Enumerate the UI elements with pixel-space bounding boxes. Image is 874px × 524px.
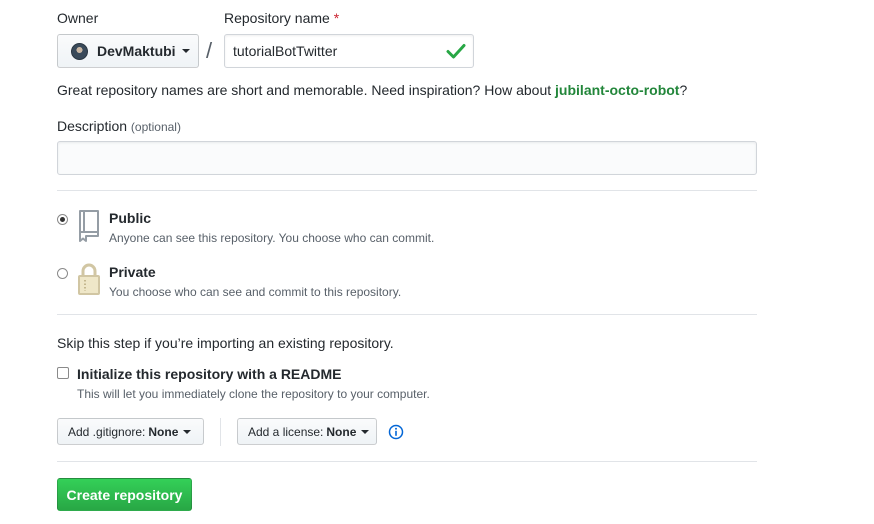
license-label: Add a license: xyxy=(248,424,324,439)
avatar xyxy=(71,42,88,60)
license-value: None xyxy=(326,424,357,439)
chevron-down-icon xyxy=(361,429,370,434)
description-label-text: Description xyxy=(57,118,128,134)
readme-checkbox[interactable] xyxy=(57,367,69,379)
private-subtitle: You choose who can see and commit to thi… xyxy=(109,285,402,299)
lock-icon xyxy=(78,263,100,295)
repository-name-label: Repository name * xyxy=(224,10,339,26)
public-radio[interactable] xyxy=(57,214,68,225)
required-mark: * xyxy=(333,10,340,26)
info-icon[interactable] xyxy=(388,424,404,440)
import-note: Skip this step if you’re importing an ex… xyxy=(57,335,394,351)
private-title: Private xyxy=(109,264,156,280)
private-radio[interactable] xyxy=(57,268,68,279)
repository-name-label-text: Repository name xyxy=(224,10,330,26)
repository-name-hint: Great repository names are short and mem… xyxy=(57,82,687,98)
divider xyxy=(57,190,757,191)
divider xyxy=(220,418,221,446)
public-title: Public xyxy=(109,210,152,226)
owner-label: Owner xyxy=(57,10,99,26)
repository-name-input[interactable] xyxy=(224,34,474,68)
owner-select-button[interactable]: DevMaktubi xyxy=(57,34,199,68)
divider xyxy=(57,314,757,315)
gitignore-value: None xyxy=(148,424,179,439)
description-input[interactable] xyxy=(57,141,757,175)
chevron-down-icon xyxy=(181,49,190,53)
readme-label[interactable]: Initialize this repository with a README xyxy=(77,366,341,382)
owner-username: DevMaktubi xyxy=(97,43,176,59)
chevron-down-icon xyxy=(183,429,192,434)
divider xyxy=(57,461,757,462)
hint-text: Great repository names are short and mem… xyxy=(57,82,552,98)
repo-book-icon xyxy=(79,210,99,242)
readme-subtitle: This will let you immediately clone the … xyxy=(77,387,430,401)
name-suggestion-link[interactable]: jubilant-octo-robot xyxy=(555,82,679,98)
license-select-button[interactable]: Add a license: None xyxy=(237,418,377,445)
optional-note: (optional) xyxy=(130,120,181,134)
create-repository-button[interactable]: Create repository xyxy=(57,478,192,511)
gitignore-label: Add .gitignore: xyxy=(68,424,146,439)
gitignore-select-button[interactable]: Add .gitignore: None xyxy=(57,418,204,445)
check-icon xyxy=(446,44,466,59)
hint-suffix: ? xyxy=(679,82,688,98)
description-label: Description (optional) xyxy=(57,118,181,134)
public-subtitle: Anyone can see this repository. You choo… xyxy=(109,231,435,245)
owner-repo-separator: / xyxy=(206,38,213,63)
